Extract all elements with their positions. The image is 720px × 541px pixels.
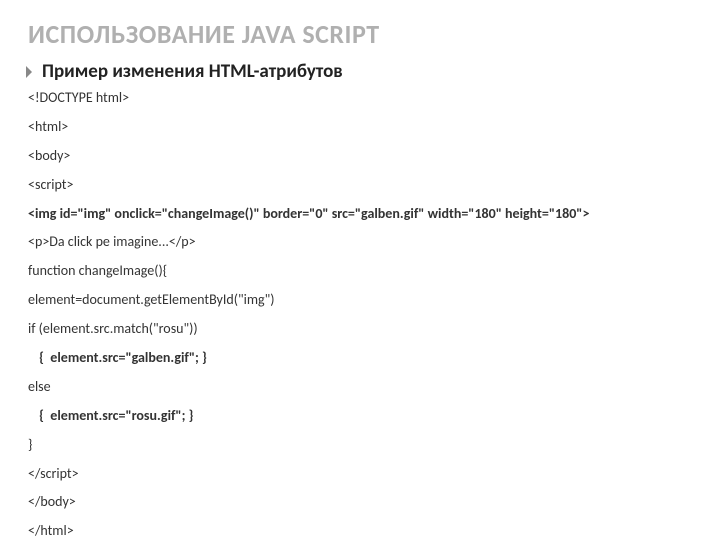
code-line: <img id="img" onclick="changeImage()" bo… — [28, 205, 692, 224]
code-line: <!DOCTYPE html> — [28, 89, 692, 108]
code-line: element=document.getElementById("img") — [28, 291, 692, 310]
bullet-icon — [26, 66, 32, 78]
code-line: if (element.src.match("rosu")) — [28, 320, 692, 339]
code-line: </html> — [28, 522, 692, 541]
code-line: <body> — [28, 147, 692, 166]
code-line: <script> — [28, 176, 692, 195]
slide-subtitle: Пример изменения HTML-атрибутов — [42, 60, 343, 83]
code-line: } — [28, 436, 692, 455]
code-line: <p>Da click pe imagine...</p> — [28, 233, 692, 252]
code-line: </body> — [28, 493, 692, 512]
subtitle-row: Пример изменения HTML-атрибутов — [28, 60, 692, 83]
code-line: </script> — [28, 465, 692, 484]
slide-title: ИСПОЛЬЗОВАНИЕ JAVA SCRIPT — [28, 18, 692, 50]
code-line: function changeImage(){ — [28, 262, 692, 281]
code-line: else — [28, 378, 692, 397]
code-line: <html> — [28, 118, 692, 137]
code-line: { element.src="galben.gif"; } — [28, 349, 692, 368]
code-line: { element.src="rosu.gif"; } — [28, 407, 692, 426]
